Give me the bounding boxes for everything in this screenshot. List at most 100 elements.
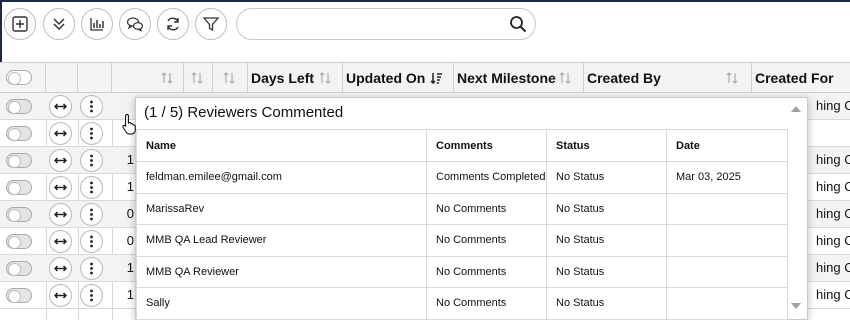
row-menu-button[interactable]: [80, 203, 103, 226]
header-next-milestone[interactable]: Next Milestone: [454, 63, 584, 93]
row-menu-button[interactable]: [80, 230, 103, 253]
more-vertical-icon: [90, 289, 93, 302]
header-days-left[interactable]: Days Left: [248, 63, 343, 93]
expand-arrows-icon: [54, 184, 67, 191]
popup-title: (1 / 5) Reviewers Commented: [144, 104, 344, 121]
add-icon: [12, 16, 28, 32]
reviewer-date: [666, 255, 788, 288]
row-select-toggle[interactable]: [6, 153, 32, 168]
header-created-by-label: Created By: [587, 70, 661, 86]
filter-icon: [202, 17, 220, 32]
reviewer-comments: No Comments: [426, 287, 547, 320]
row-created-for: hing Co: [816, 98, 850, 113]
header-created-by[interactable]: Created By: [584, 63, 752, 93]
row-created-for: hing Co: [816, 206, 850, 221]
expand-row-button[interactable]: [49, 122, 72, 145]
row-select-toggle[interactable]: [6, 126, 32, 141]
more-vertical-icon: [90, 235, 93, 248]
reviewer-date: [666, 287, 788, 320]
expand-row-button[interactable]: [49, 176, 72, 199]
more-vertical-icon: [90, 262, 93, 275]
expand-row-button[interactable]: [49, 149, 72, 172]
add-button[interactable]: [4, 8, 36, 40]
header-updated-on[interactable]: Updated On: [343, 63, 454, 93]
select-all-toggle[interactable]: [6, 70, 32, 85]
row-select-toggle[interactable]: [6, 234, 32, 249]
row-select-toggle[interactable]: [6, 288, 32, 303]
row-select-toggle[interactable]: [6, 180, 32, 195]
header-next-milestone-label: Next Milestone: [457, 70, 556, 86]
header-sort-col-3[interactable]: [213, 63, 248, 93]
row-created-for: hing Co: [816, 233, 850, 248]
header-updated-on-label: Updated On: [346, 70, 426, 86]
column-header-date: Date: [666, 129, 788, 162]
row-menu-button[interactable]: [80, 149, 103, 172]
refresh-button[interactable]: [157, 8, 189, 40]
reviewer-row: MMB QA Reviewer No Comments No Status: [136, 255, 788, 288]
header-created-for-label: Created For: [755, 70, 834, 86]
row-menu-button[interactable]: [80, 176, 103, 199]
search-input[interactable]: [236, 8, 536, 40]
header-sort-col-1[interactable]: [112, 63, 184, 93]
reviewers-popup: (1 / 5) Reviewers Commented Name Comment…: [135, 97, 808, 320]
header-created-for[interactable]: Created For: [752, 63, 850, 93]
row-menu-button[interactable]: [80, 95, 103, 118]
reviewer-status: No Status: [546, 192, 667, 225]
row-select-toggle[interactable]: [6, 99, 32, 114]
expand-arrows-icon: [54, 238, 67, 245]
header-days-left-label: Days Left: [251, 70, 315, 86]
expand-row-button[interactable]: [49, 230, 72, 253]
row-cell-value: 0: [126, 206, 134, 221]
reviewer-name: Sally: [136, 287, 427, 320]
row-select-toggle[interactable]: [6, 207, 32, 222]
reviewer-row: MarissaRev No Comments No Status: [136, 192, 788, 225]
expand-row-button[interactable]: [49, 257, 72, 280]
expand-all-button[interactable]: [43, 8, 75, 40]
reviewer-name: MMB QA Reviewer: [136, 255, 427, 288]
search-icon[interactable]: [509, 15, 527, 33]
more-vertical-icon: [90, 208, 93, 221]
grid-header: Days Left Updated On Next Milestone Crea…: [0, 62, 850, 93]
row-menu-button[interactable]: [80, 257, 103, 280]
comments-icon: [126, 17, 144, 32]
sort-icon: [559, 72, 571, 84]
comments-button[interactable]: [119, 8, 151, 40]
header-sort-col-2[interactable]: [184, 63, 213, 93]
row-menu-button[interactable]: [80, 122, 103, 145]
chart-button[interactable]: [81, 8, 113, 40]
expand-row-button[interactable]: [49, 95, 72, 118]
row-cell-value: 1: [126, 152, 134, 167]
reviewer-status: No Status: [546, 255, 667, 288]
row-created-for: hing Co: [816, 287, 850, 302]
filter-button[interactable]: [195, 8, 227, 40]
sort-icon: [223, 72, 235, 84]
window-left-border: [0, 0, 2, 62]
row-menu-button[interactable]: [80, 284, 103, 307]
expand-arrows-icon: [54, 157, 67, 164]
sort-icon: [161, 72, 173, 84]
sort-desc-icon: [430, 73, 442, 85]
sort-icon: [726, 72, 738, 84]
row-cell-value: 0: [126, 233, 134, 248]
scroll-up-arrow-icon[interactable]: [791, 106, 801, 112]
row-created-for: hing Co: [816, 260, 850, 275]
expand-row-button[interactable]: [49, 203, 72, 226]
expand-arrows-icon: [54, 103, 67, 110]
reviewer-comments: No Comments: [426, 255, 547, 288]
header-blank-2: [78, 63, 112, 93]
scroll-down-arrow-icon[interactable]: [791, 303, 801, 309]
row-created-for: [816, 120, 850, 146]
refresh-icon: [167, 17, 179, 31]
expand-row-button[interactable]: [49, 284, 72, 307]
select-all-cell: [0, 63, 46, 93]
row-cell-value: 1: [126, 287, 134, 302]
reviewer-name: MMB QA Lead Reviewer: [136, 224, 427, 257]
reviewer-name: MarissaRev: [136, 192, 427, 225]
row-select-toggle[interactable]: [6, 261, 32, 276]
reviewer-status: No Status: [546, 161, 667, 194]
reviewer-status: No Status: [546, 224, 667, 257]
reviewer-row: feldman.emilee@gmail.com Comments Comple…: [136, 161, 788, 194]
row-created-for: hing Co: [816, 152, 850, 167]
column-header-comments: Comments: [426, 129, 547, 162]
reviewer-comments: No Comments: [426, 192, 547, 225]
